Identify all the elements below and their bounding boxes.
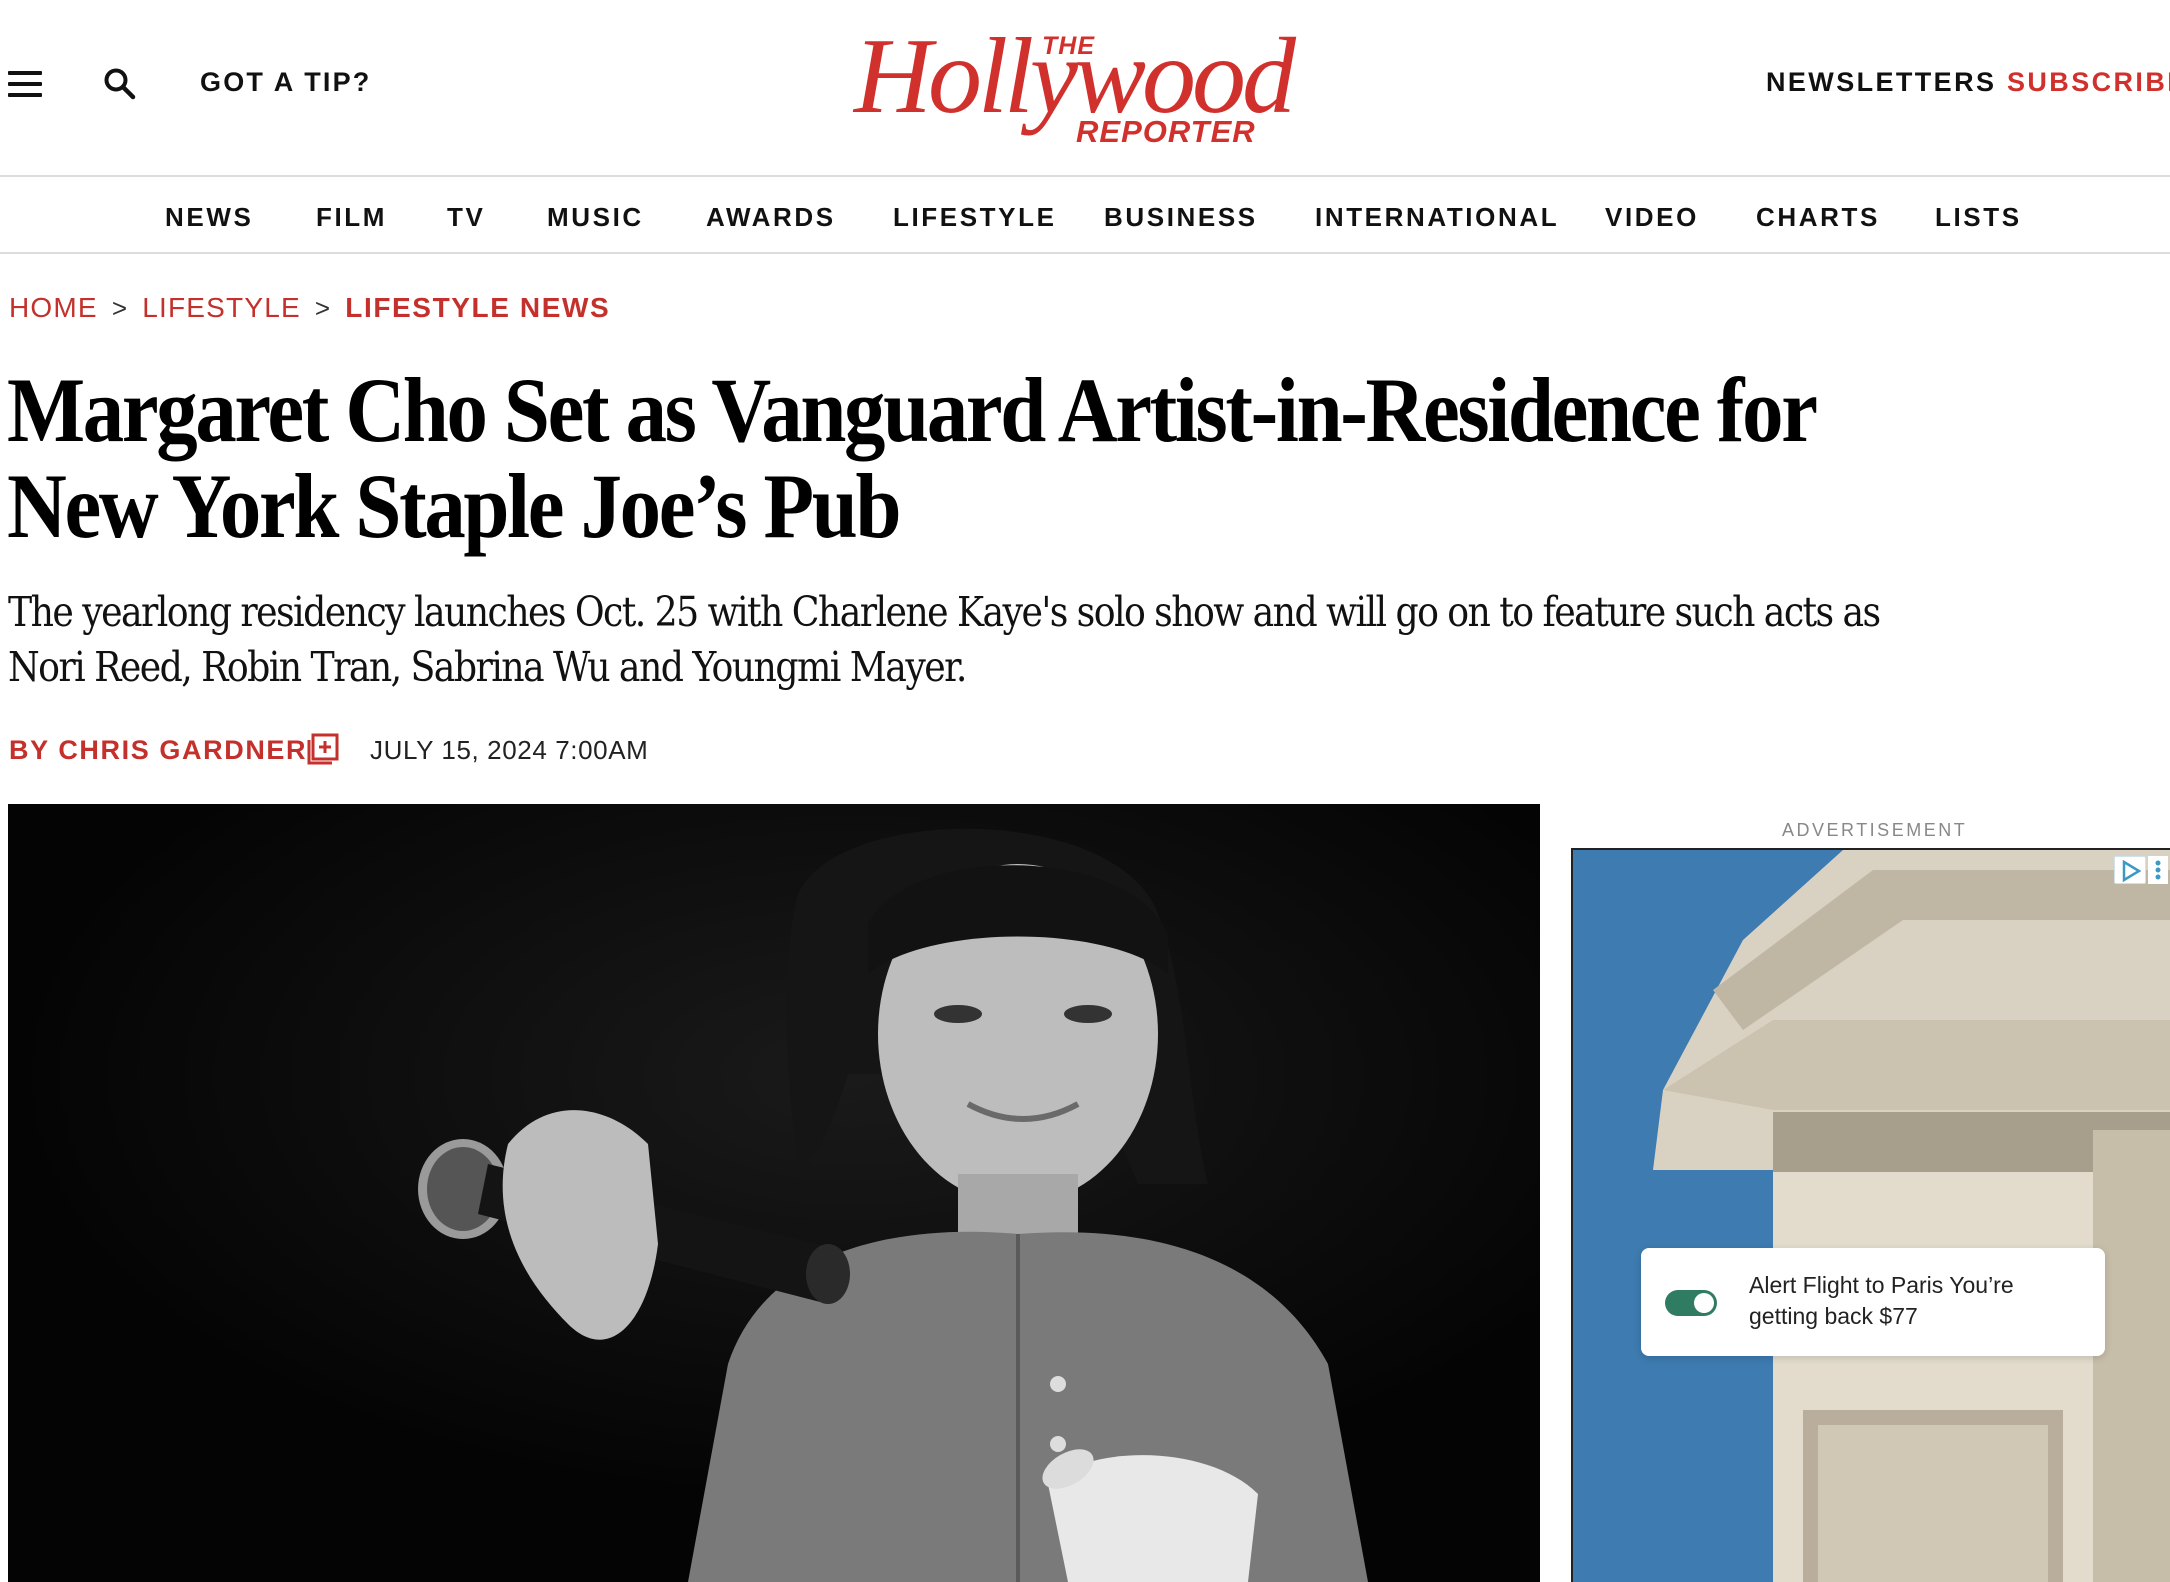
site-header: GOT A TIP? THE Hollywood REPORTER NEWSLE…	[0, 0, 2170, 177]
nav-item-tv[interactable]: TV	[447, 202, 485, 233]
toggle-icon	[1665, 1290, 1717, 1316]
svg-text:REPORTER: REPORTER	[1076, 114, 1256, 144]
ad-label: ADVERTISEMENT	[1782, 820, 1968, 840]
menu-icon[interactable]	[8, 71, 42, 97]
breadcrumb-home[interactable]: HOME	[9, 292, 98, 323]
author-byline[interactable]: BY CHRIS GARDNER	[9, 735, 307, 766]
ad-options-icon[interactable]	[2148, 856, 2168, 884]
nav-item-music[interactable]: MUSIC	[547, 202, 644, 233]
nav-item-international[interactable]: INTERNATIONAL	[1315, 202, 1559, 233]
ad-alert-text: Alert Flight to Paris You’re getting bac…	[1749, 1272, 2014, 1329]
breadcrumb-lifestyle-news[interactable]: LIFESTYLE NEWS	[345, 292, 610, 323]
hero-image[interactable]	[8, 804, 1540, 1582]
nav-item-charts[interactable]: CHARTS	[1756, 202, 1880, 233]
nav-item-film[interactable]: FILM	[316, 202, 387, 233]
nav-item-lists[interactable]: LISTS	[1935, 202, 2022, 233]
nav-item-business[interactable]: BUSINESS	[1104, 202, 1258, 233]
breadcrumb: HOME > LIFESTYLE > LIFESTYLE NEWS	[9, 292, 610, 324]
nav-item-video[interactable]: VIDEO	[1605, 202, 1699, 233]
breadcrumb-separator: >	[314, 293, 332, 323]
breadcrumb-separator: >	[111, 293, 129, 323]
nav-item-awards[interactable]: AWARDS	[706, 202, 836, 233]
main-nav: NEWS FILM TV MUSIC AWARDS LIFESTYLE BUSI…	[0, 177, 2170, 254]
newsletters-link[interactable]: NEWSLETTERS	[1766, 67, 1996, 98]
ad-alert-card[interactable]: Alert Flight to Paris You’re getting bac…	[1641, 1248, 2105, 1356]
search-icon[interactable]	[102, 66, 138, 102]
nav-item-news[interactable]: NEWS	[165, 202, 253, 233]
follow-author-icon[interactable]	[307, 733, 339, 765]
breadcrumb-lifestyle[interactable]: LIFESTYLE	[142, 292, 301, 323]
ad-choices-icon[interactable]	[2114, 856, 2146, 884]
nav-item-lifestyle[interactable]: LIFESTYLE	[893, 202, 1057, 233]
article-title: Margaret Cho Set as Vanguard Artist-in-R…	[7, 359, 1816, 557]
article-dek: The yearlong residency launches Oct. 25 …	[8, 588, 1881, 691]
advertisement[interactable]: Alert Flight to Paris You’re getting bac…	[1571, 848, 2170, 1582]
subscribe-link[interactable]: SUBSCRIBE	[2007, 67, 2170, 98]
site-logo[interactable]: THE Hollywood REPORTER	[848, 16, 1332, 149]
got-a-tip-link[interactable]: GOT A TIP?	[200, 67, 372, 98]
publish-date: JULY 15, 2024 7:00AM	[370, 735, 649, 765]
